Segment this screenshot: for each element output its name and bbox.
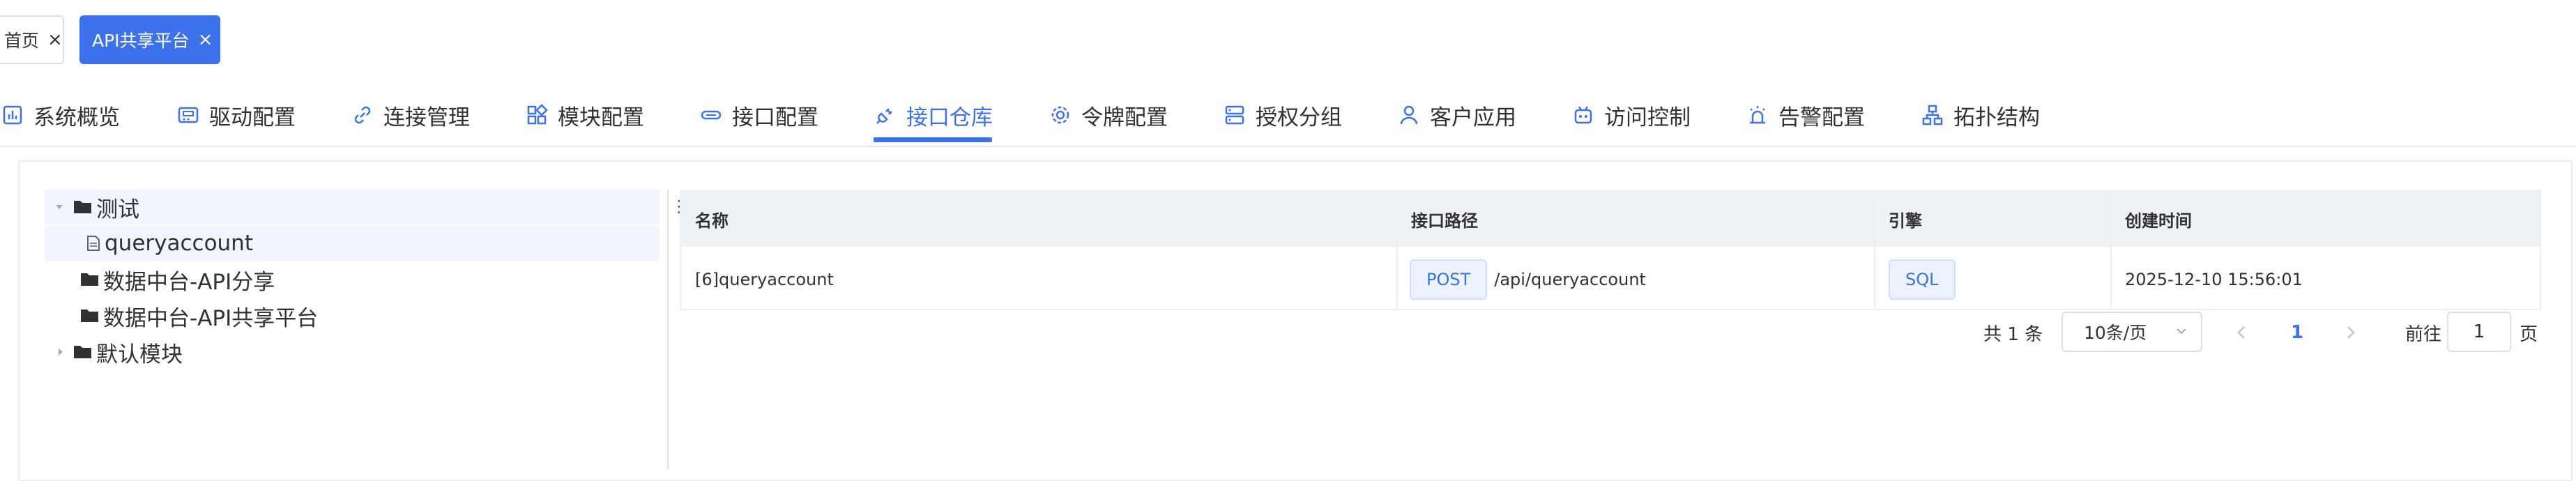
tree-node-test[interactable]: 测试 — [45, 190, 660, 224]
prev-page-button[interactable] — [2234, 312, 2248, 353]
tab-label: 模块配置 — [558, 105, 644, 130]
grid-icon — [527, 104, 548, 125]
goto-label: 前往 — [2405, 323, 2442, 345]
tree-node-label: 默认模块 — [96, 342, 183, 367]
chevron-down-icon — [2177, 328, 2186, 335]
page-size-select[interactable]: 10条/页 — [2061, 312, 2202, 352]
plug-icon — [876, 108, 892, 124]
user-icon — [1400, 105, 1418, 125]
tab-connection-mgmt[interactable]: 连接管理 — [351, 91, 470, 139]
col-path-header[interactable]: 接口路径 — [1411, 191, 1478, 247]
tree-node-label: 数据中台-API分享 — [103, 269, 275, 295]
api-path: /api/queryaccount — [1494, 269, 1646, 289]
tag-api-platform[interactable]: API共享平台 × — [79, 15, 220, 64]
tab-driver-config[interactable]: 驱动配置 — [177, 91, 296, 139]
chart-icon — [3, 105, 22, 125]
alarm-icon — [1750, 106, 1765, 124]
active-tab-indicator — [874, 137, 992, 142]
goto-page-input[interactable]: 1 — [2447, 312, 2511, 352]
tab-label: 驱动配置 — [209, 105, 296, 130]
tab-label: 系统概览 — [33, 105, 120, 130]
tab-label: 拓扑结构 — [1953, 105, 2040, 130]
column-divider — [2110, 191, 2112, 309]
total-count: 共 1 条 — [1983, 323, 2043, 345]
robot-icon — [1574, 106, 1592, 124]
tab-module-config[interactable]: 模块配置 — [526, 91, 644, 139]
tree-node-default[interactable]: 默认模块 — [45, 335, 660, 369]
tag-home[interactable]: 首页 × — [0, 15, 64, 64]
document-icon — [87, 236, 100, 251]
table-header — [681, 191, 2540, 247]
cell-created: 2025-12-10 15:56:01 — [2125, 269, 2303, 289]
engine-badge: SQL — [1889, 259, 1956, 300]
tree-node-label: 测试 — [96, 197, 139, 222]
tab-label: 接口仓库 — [906, 105, 993, 130]
tab-system-overview[interactable]: 系统概览 — [1, 91, 120, 139]
caret-right-icon[interactable] — [57, 347, 64, 357]
tag-home-label: 首页 — [4, 31, 40, 51]
tag-api-label: API共享平台 — [92, 31, 190, 51]
tree-node-data-share[interactable]: 数据中台-API分享 — [45, 262, 660, 297]
server-icon — [1225, 105, 1244, 125]
method-badge: POST — [1410, 259, 1488, 300]
gear-icon — [1051, 106, 1069, 124]
tab-topology[interactable]: 拓扑结构 — [1921, 91, 2040, 139]
module-tabs: 系统概览 驱动配置 连接管理 模块配置 接口配置 接口仓库 令牌配置 授权分组 … — [0, 91, 2576, 146]
folder-icon — [81, 310, 98, 322]
link-icon — [354, 106, 371, 124]
cell-name[interactable]: [6]queryaccount — [695, 248, 834, 310]
cell-path: POST /api/queryaccount — [1410, 248, 1646, 310]
tab-label: 令牌配置 — [1081, 105, 1168, 130]
tab-label: 告警配置 — [1778, 105, 1865, 130]
cell-engine: SQL — [1889, 248, 1963, 310]
tab-client-app[interactable]: 客户应用 — [1398, 91, 1516, 139]
tree-node-label: queryaccount — [105, 231, 253, 256]
caret-down-icon[interactable] — [54, 202, 64, 212]
tab-api-config[interactable]: 接口配置 — [700, 91, 818, 139]
column-divider — [1396, 191, 1398, 309]
topology-icon — [1922, 105, 1943, 125]
api-table: 名称 接口路径 引擎 创建时间 [6]queryaccount POST /ap… — [680, 190, 2541, 310]
tab-api-repository[interactable]: 接口仓库 — [874, 91, 993, 139]
col-name-header[interactable]: 名称 — [695, 191, 729, 247]
folder-icon — [74, 346, 91, 358]
tab-auth-group[interactable]: 授权分组 — [1224, 91, 1342, 139]
close-icon[interactable]: × — [47, 31, 63, 49]
chevron-right-icon — [2347, 326, 2355, 339]
page-size-value: 10条/页 — [2084, 323, 2147, 343]
page-number-current[interactable]: 1 — [2291, 312, 2303, 353]
api-icon — [701, 110, 722, 120]
tab-alarm-config[interactable]: 告警配置 — [1746, 91, 1865, 139]
tree-node-label: 数据中台-API共享平台 — [103, 305, 319, 331]
tab-label: 连接管理 — [383, 105, 470, 130]
column-divider — [1874, 191, 1875, 309]
folder-open-icon — [74, 201, 91, 213]
tree-node-data-platform[interactable]: 数据中台-API共享平台 — [45, 298, 660, 333]
tree-node-queryaccount[interactable]: queryaccount — [45, 226, 660, 261]
tab-label: 授权分组 — [1256, 105, 1342, 130]
tab-token-config[interactable]: 令牌配置 — [1049, 91, 1168, 139]
chevron-left-icon — [2237, 326, 2245, 339]
tab-label: 访问控制 — [1604, 105, 1691, 130]
pane-splitter[interactable] — [667, 190, 669, 469]
col-created-header[interactable]: 创建时间 — [2125, 191, 2192, 247]
tags-bar: 首页 × API共享平台 × — [0, 0, 2576, 73]
tab-label: 接口配置 — [732, 105, 818, 130]
tab-access-control[interactable]: 访问控制 — [1572, 91, 1691, 139]
col-engine-header[interactable]: 引擎 — [1889, 191, 1922, 247]
page-suffix-label: 页 — [2520, 323, 2538, 345]
next-page-button[interactable] — [2344, 312, 2358, 353]
driver-icon — [178, 107, 199, 123]
folder-icon — [81, 273, 98, 286]
tabs-divider — [0, 146, 2576, 147]
close-icon[interactable]: × — [198, 31, 213, 49]
tab-label: 客户应用 — [1430, 105, 1516, 130]
